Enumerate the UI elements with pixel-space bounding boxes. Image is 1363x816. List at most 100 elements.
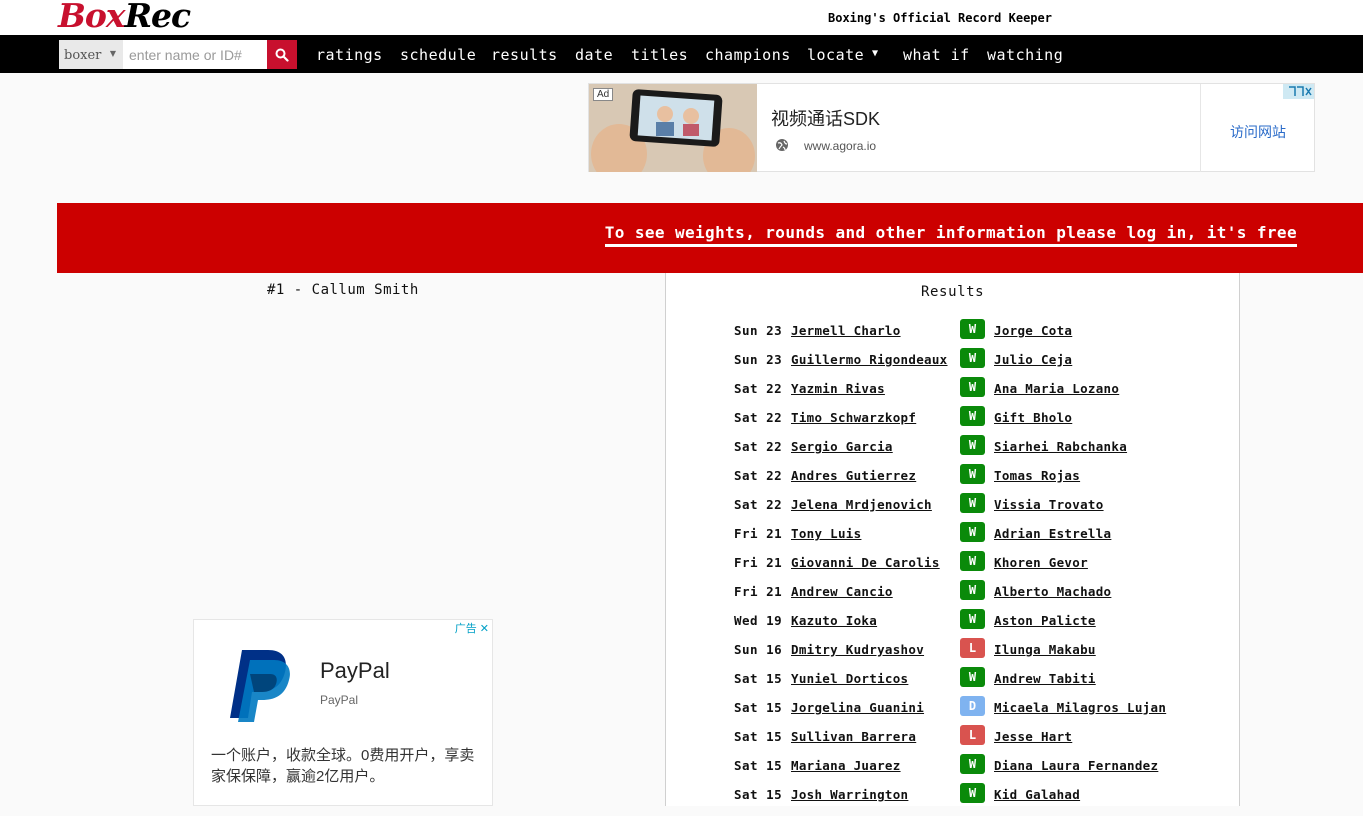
opponent-link[interactable]: Diana Laura Fernandez xyxy=(994,758,1158,773)
top-advertisement[interactable]: Ad 视频通话SDK www.agora.io 访问网站 xyxy=(588,83,1315,172)
nav-schedule[interactable]: schedule xyxy=(400,46,476,64)
nav-what-if[interactable]: what if xyxy=(903,46,970,64)
ad-subtitle: PayPal xyxy=(320,693,359,707)
nav-ratings[interactable]: ratings xyxy=(316,46,383,64)
winner-link[interactable]: Guillermo Rigondeaux xyxy=(791,352,948,367)
dropdown-caret-icon[interactable]: ▼ xyxy=(872,48,878,59)
result-row: Sun 23 Jermell Charlo W Jorge Cota xyxy=(666,319,1241,352)
result-date: Sat 15 xyxy=(734,700,783,715)
result-badge[interactable]: W xyxy=(960,493,985,513)
result-badge[interactable]: W xyxy=(960,551,985,571)
winner-link[interactable]: Yazmin Rivas xyxy=(791,381,885,396)
opponent-link[interactable]: Tomas Rojas xyxy=(994,468,1080,483)
paypal-advertisement[interactable]: 广告 ✕ PayPal PayPal 一个账户，收款全球。0费用开户，享卖家保保… xyxy=(193,619,493,806)
nav-watching[interactable]: watching xyxy=(987,46,1063,64)
result-row: Fri 21 Tony Luis W Adrian Estrella xyxy=(666,522,1241,555)
search-button[interactable] xyxy=(267,40,297,69)
search-icon xyxy=(275,48,289,62)
nav-titles[interactable]: titles xyxy=(631,46,688,64)
result-date: Sat 15 xyxy=(734,729,783,744)
winner-link[interactable]: Mariana Juarez xyxy=(791,758,901,773)
result-row: Sat 22 Jelena Mrdjenovich W Vissia Trovato xyxy=(666,493,1241,526)
opponent-link[interactable]: Ilunga Makabu xyxy=(994,642,1096,657)
opponent-link[interactable]: Khoren Gevor xyxy=(994,555,1088,570)
close-icon[interactable]: ✕ xyxy=(480,623,489,635)
result-row: Sun 23 Guillermo Rigondeaux W Julio Ceja xyxy=(666,348,1241,381)
winner-link[interactable]: Jorgelina Guanini xyxy=(791,700,924,715)
result-badge[interactable]: W xyxy=(960,609,985,629)
winner-link[interactable]: Josh Warrington xyxy=(791,787,908,802)
result-badge[interactable]: L xyxy=(960,638,985,658)
opponent-link[interactable]: Siarhei Rabchanka xyxy=(994,439,1127,454)
opponent-link[interactable]: Vissia Trovato xyxy=(994,497,1104,512)
opponent-link[interactable]: Julio Ceja xyxy=(994,352,1072,367)
globe-icon xyxy=(776,139,788,151)
result-row: Sat 15 Mariana Juarez W Diana Laura Fernand… xyxy=(666,754,1241,787)
result-badge[interactable]: W xyxy=(960,319,985,339)
winner-link[interactable]: Andres Gutierrez xyxy=(791,468,916,483)
result-badge[interactable]: W xyxy=(960,464,985,484)
opponent-link[interactable]: Micaela Milagros Lujan xyxy=(994,700,1166,715)
ad-divider xyxy=(1200,84,1201,172)
result-badge[interactable]: W xyxy=(960,522,985,542)
result-date: Sat 22 xyxy=(734,410,783,425)
winner-link[interactable]: Sergio Garcia xyxy=(791,439,893,454)
result-badge[interactable]: W xyxy=(960,754,985,774)
result-row: Fri 21 Giovanni De Carolis W Khoren Gevor xyxy=(666,551,1241,584)
result-badge[interactable]: D xyxy=(960,696,985,716)
opponent-link[interactable]: Adrian Estrella xyxy=(994,526,1111,541)
result-date: Fri 21 xyxy=(734,555,783,570)
winner-link[interactable]: Giovanni De Carolis xyxy=(791,555,940,570)
nav-date[interactable]: date xyxy=(575,46,613,64)
top-header: BoxRec Boxing's Official Record Keeper xyxy=(0,0,1363,35)
ad-title[interactable]: 视频通话SDK xyxy=(771,105,880,131)
paypal-logo-icon xyxy=(230,650,290,722)
winner-link[interactable]: Jelena Mrdjenovich xyxy=(791,497,932,512)
result-badge[interactable]: W xyxy=(960,377,985,397)
boxrec-logo[interactable]: BoxRec xyxy=(58,0,192,36)
result-badge[interactable]: W xyxy=(960,406,985,426)
winner-link[interactable]: Jermell Charlo xyxy=(791,323,901,338)
result-date: Sun 23 xyxy=(734,323,783,338)
result-badge[interactable]: W xyxy=(960,667,985,687)
opponent-link[interactable]: Andrew Tabiti xyxy=(994,671,1096,686)
result-badge[interactable]: W xyxy=(960,783,985,803)
opponent-link[interactable]: Aston Palicte xyxy=(994,613,1096,628)
opponent-link[interactable]: Gift Bholo xyxy=(994,410,1072,425)
result-badge[interactable]: W xyxy=(960,348,985,368)
opponent-link[interactable]: Alberto Machado xyxy=(994,584,1111,599)
logo-rec: Rec xyxy=(124,0,192,35)
winner-link[interactable]: Kazuto Ioka xyxy=(791,613,877,628)
result-badge[interactable]: W xyxy=(960,435,985,455)
top-rated-boxer[interactable]: #1 - Callum Smith xyxy=(267,282,419,298)
search-type-select[interactable]: boxer ▼ xyxy=(59,40,123,69)
visit-site-button[interactable]: 访问网站 xyxy=(1230,122,1286,142)
ad-title[interactable]: PayPal xyxy=(320,658,390,684)
winner-link[interactable]: Tony Luis xyxy=(791,526,861,541)
opponent-link[interactable]: Ana Maria Lozano xyxy=(994,381,1119,396)
winner-link[interactable]: Andrew Cancio xyxy=(791,584,893,599)
result-date: Sun 16 xyxy=(734,642,783,657)
login-prompt-link[interactable]: To see weights, rounds and other informa… xyxy=(604,223,1297,247)
result-row: Sat 22 Andres Gutierrez W Tomas Rojas xyxy=(666,464,1241,497)
nav-results[interactable]: results xyxy=(491,46,558,64)
winner-link[interactable]: Yuniel Dorticos xyxy=(791,671,908,686)
opponent-link[interactable]: Jesse Hart xyxy=(994,729,1072,744)
winner-link[interactable]: Dmitry Kudryashov xyxy=(791,642,924,657)
ad-badge: Ad xyxy=(593,88,614,101)
result-date: Sun 23 xyxy=(734,352,783,367)
result-row: Sat 22 Timo Schwarzkopf W Gift Bholo xyxy=(666,406,1241,439)
nav-locate[interactable]: locate xyxy=(807,46,864,64)
result-badge[interactable]: W xyxy=(960,580,985,600)
winner-link[interactable]: Timo Schwarzkopf xyxy=(791,410,916,425)
opponent-link[interactable]: Jorge Cota xyxy=(994,323,1072,338)
nav-champions[interactable]: champions xyxy=(705,46,791,64)
result-badge[interactable]: L xyxy=(960,725,985,745)
winner-link[interactable]: Sullivan Barrera xyxy=(791,729,916,744)
result-row: Sat 15 Sullivan Barrera L Jesse Hart xyxy=(666,725,1241,758)
adchoices-icon[interactable] xyxy=(1283,84,1314,99)
ad-choices-label[interactable]: 广告 ✕ xyxy=(455,620,489,636)
results-panel: Results Sun 23 Jermell Charlo W Jorge Cota S… xyxy=(665,273,1240,806)
search-input[interactable] xyxy=(123,40,267,69)
opponent-link[interactable]: Kid Galahad xyxy=(994,787,1080,802)
